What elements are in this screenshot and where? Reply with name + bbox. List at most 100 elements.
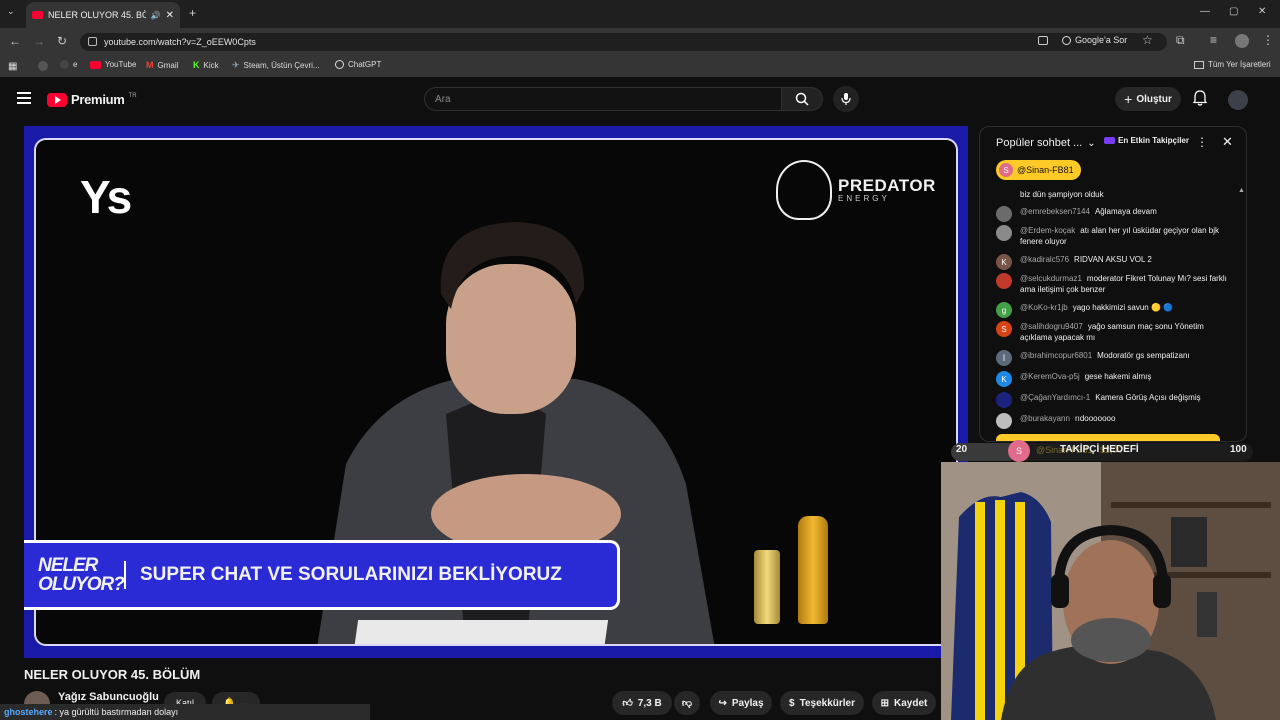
create-button[interactable]: + Oluştur	[1115, 87, 1181, 111]
bookmark-youtube[interactable]: YouTube	[90, 60, 136, 69]
thanks-icon: $	[789, 697, 795, 709]
channel-watermark-logo: Ys	[80, 171, 132, 223]
chat-avatar: K	[996, 254, 1012, 270]
microphone-icon	[841, 93, 851, 105]
ticker-text: : ya gürültü bastırmadan dolayı	[54, 707, 179, 717]
thanks-button[interactable]: $ Teşekkürler	[780, 691, 864, 715]
chat-message: @ÇağanYardımcı-1 Kamera Görüş Açısı değiş…	[996, 392, 1236, 408]
chat-scroll-up-icon[interactable]: ▲	[1238, 187, 1245, 194]
bookmark-e[interactable]: e	[60, 60, 77, 69]
tiger-emblem-icon	[776, 160, 832, 220]
video-title: NELER OLUYOR 45. BÖLÜM	[24, 667, 201, 682]
url-field[interactable]: youtube.com/watch?v=Z_oEEW0Cpts	[80, 33, 1167, 51]
super-chat-card[interactable]	[996, 434, 1220, 441]
install-app-icon[interactable]	[1038, 36, 1048, 45]
chat-message: K @kadiralc576 RIDVAN AKSU VOL 2	[996, 254, 1236, 270]
tab-search-icon[interactable]: ⌄	[7, 6, 15, 17]
thumbs-down-icon: 👎︎	[681, 698, 693, 709]
search-input[interactable]: Ara	[424, 87, 782, 111]
paper-sheet-image	[353, 620, 609, 644]
chat-close-icon[interactable]: ✕	[1222, 134, 1233, 150]
chat-message: @Erdem-koçak atı alan her yıl üsküdar geç…	[996, 225, 1236, 247]
banner-divider	[124, 561, 126, 589]
reload-icon[interactable]: ↻	[57, 34, 67, 48]
bookmark-globe-icon	[60, 60, 69, 69]
chat-avatar	[996, 225, 1012, 241]
search-button[interactable]	[781, 87, 823, 111]
superchat-avatar: S	[1008, 440, 1030, 462]
goal-target: 100	[1230, 444, 1247, 455]
youtube-icon	[90, 60, 101, 69]
chat-avatar	[996, 206, 1012, 222]
share-icon: ↪	[718, 697, 727, 709]
forward-icon[interactable]: →	[33, 34, 45, 48]
voice-search-button[interactable]	[833, 86, 859, 112]
live-chat-panel: Popüler sohbet ... ⌄ En Etkin Takipçiler…	[979, 126, 1247, 442]
site-info-icon[interactable]	[88, 37, 97, 46]
tab-title: NELER OLUYOR 45. BÖLÜM	[48, 10, 146, 20]
account-avatar[interactable]	[1228, 90, 1248, 110]
like-button[interactable]: 👍︎ 7,3 B	[612, 691, 672, 715]
google-lens-button[interactable]: Google'a Sor	[1062, 35, 1127, 45]
search-placeholder: Ara	[435, 94, 451, 105]
dislike-button[interactable]: 👎︎	[674, 691, 700, 715]
goal-current: 20	[956, 444, 968, 455]
hamburger-menu-icon[interactable]	[17, 92, 31, 104]
bookmarks-bar	[0, 56, 1280, 78]
chat-mode-select[interactable]: Popüler sohbet ... ⌄	[996, 137, 1096, 149]
new-tab-icon[interactable]: +	[189, 6, 196, 20]
bookmark-favicon-1[interactable]	[38, 61, 48, 71]
chat-avatar	[996, 392, 1012, 408]
profile-avatar[interactable]	[1235, 34, 1249, 48]
chat-avatar	[996, 273, 1012, 289]
gmail-icon: M	[146, 60, 154, 70]
channel-name[interactable]: Yağız Sabuncuoğlu	[58, 691, 159, 703]
notifications-bell-icon[interactable]	[1192, 90, 1208, 111]
chat-message: K @KeremOva-p5j gese hakemi almış	[996, 371, 1236, 387]
goal-label: TAKİPÇİ HEDEFİ	[1060, 444, 1139, 455]
url-text: youtube.com/watch?v=Z_oEEW0Cpts	[104, 37, 256, 47]
banner-message: SUPER CHAT VE SORULARINIZI BEKLİYORUZ	[140, 564, 562, 585]
bookmark-chatgpt[interactable]: ChatGPT	[335, 60, 381, 69]
youtube-play-icon	[47, 92, 67, 107]
extensions-icon[interactable]: ⧉	[1176, 33, 1185, 48]
chat-message: biz dün şampiyon olduk	[996, 189, 1236, 205]
youtube-premium-logo[interactable]: Premium TR	[47, 92, 137, 107]
back-icon[interactable]: ←	[9, 34, 21, 48]
speaker-icon[interactable]: 🔊	[151, 11, 161, 20]
video-player[interactable]: Ys PREDATOR ENERGY NELER OLUYOR? SUPER C…	[24, 126, 968, 658]
chat-message: @selcukdurmaz1 moderator Fikret Tolunay M…	[996, 273, 1236, 295]
chat-avatar: S	[996, 321, 1012, 337]
energy-bottle-image	[798, 516, 828, 624]
steam-icon: ✈	[232, 60, 240, 70]
chat-avatar: g	[996, 302, 1012, 318]
save-icon: ⊞	[880, 697, 890, 709]
all-bookmarks-button[interactable]: Tüm Yer İşaretleri	[1194, 60, 1271, 69]
close-window-icon[interactable]: ✕	[1258, 6, 1266, 17]
pinned-user-avatar: S	[999, 163, 1013, 177]
reading-list-icon[interactable]: ≡	[1210, 33, 1217, 47]
google-lens-icon	[1062, 35, 1071, 45]
chat-message: S @salihdogru9407 yağo samsun maç sonu Yö…	[996, 321, 1236, 343]
chat-avatar: İ	[996, 350, 1012, 366]
browser-tab-active[interactable]: NELER OLUYOR 45. BÖLÜM 🔊 ✕	[26, 2, 180, 28]
browser-menu-icon[interactable]: ⋮	[1262, 33, 1274, 47]
maximize-icon[interactable]: ▢	[1229, 6, 1238, 17]
top-fans-button[interactable]: En Etkin Takipçiler	[1104, 136, 1189, 145]
webcam-scene-image	[941, 462, 1280, 720]
pinned-user-name: @Sinan-FB81	[1017, 165, 1074, 175]
share-button[interactable]: ↪ Paylaş	[710, 691, 772, 715]
chat-avatar	[996, 413, 1012, 429]
save-button[interactable]: ⊞ Kaydet	[872, 691, 936, 715]
chat-more-icon[interactable]: ⋮	[1196, 135, 1208, 149]
bookmark-star-icon[interactable]: ☆	[1142, 33, 1153, 47]
bookmark-kick[interactable]: K Kick	[193, 60, 219, 70]
apps-grid-icon[interactable]: ▦	[8, 61, 17, 72]
chat-avatar: K	[996, 371, 1012, 387]
bookmark-steam[interactable]: ✈ Steam, Üstün Çevri...	[232, 60, 320, 71]
close-tab-icon[interactable]: ✕	[166, 10, 174, 21]
ticker-user: ghostehere	[4, 707, 53, 717]
bookmark-gmail[interactable]: M Gmail	[146, 60, 178, 70]
minimize-icon[interactable]: —	[1200, 6, 1210, 17]
pinned-supporter-chip[interactable]: S @Sinan-FB81	[996, 160, 1081, 180]
